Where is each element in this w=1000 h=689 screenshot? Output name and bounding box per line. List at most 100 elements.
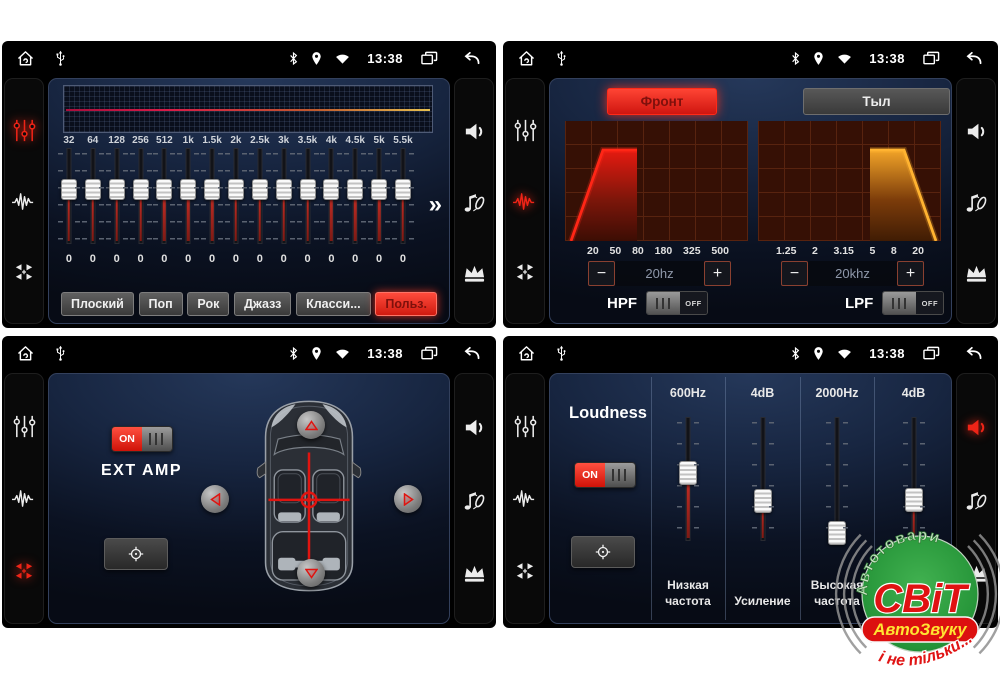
- speaker-icon[interactable]: [964, 119, 989, 144]
- recents-icon[interactable]: [922, 345, 941, 362]
- loudness-slider[interactable]: [675, 418, 701, 546]
- slider-thumb[interactable]: [323, 179, 339, 200]
- slider-thumb[interactable]: [61, 179, 77, 200]
- slider-thumb[interactable]: [276, 179, 292, 200]
- home-icon[interactable]: [517, 344, 536, 363]
- loudness-toggle[interactable]: ON: [574, 462, 636, 488]
- waveform-icon[interactable]: [512, 190, 539, 213]
- music-note-speaker-icon[interactable]: [963, 191, 989, 215]
- balance-fader-icon[interactable]: [12, 559, 36, 583]
- equalizer-icon[interactable]: [12, 414, 37, 439]
- eq-band-slider[interactable]: [272, 149, 296, 249]
- crown-icon[interactable]: [964, 562, 989, 583]
- equalizer-icon[interactable]: [513, 118, 538, 143]
- back-icon[interactable]: [462, 346, 482, 361]
- speaker-icon[interactable]: [964, 415, 989, 440]
- slider-thumb[interactable]: [754, 489, 772, 513]
- waveform-icon[interactable]: [512, 487, 539, 510]
- equalizer-icon[interactable]: [513, 414, 538, 439]
- back-icon[interactable]: [462, 51, 482, 66]
- speaker-icon[interactable]: [462, 415, 487, 440]
- balance-right-button[interactable]: [394, 485, 422, 513]
- eq-band-slider[interactable]: [105, 149, 129, 249]
- loudness-slider[interactable]: [750, 418, 776, 546]
- slider-thumb[interactable]: [85, 179, 101, 200]
- home-icon[interactable]: [517, 49, 536, 68]
- eq-preset-button[interactable]: Плоский: [61, 292, 134, 316]
- eq-band-slider[interactable]: [129, 149, 153, 249]
- waveform-icon[interactable]: [11, 487, 38, 510]
- recents-icon[interactable]: [922, 50, 941, 67]
- hpf-plus-button[interactable]: +: [704, 261, 731, 286]
- ext-amp-toggle[interactable]: ON: [111, 426, 173, 452]
- back-icon[interactable]: [964, 346, 984, 361]
- eq-band-freq: 5.5k: [393, 134, 412, 147]
- eq-band-slider[interactable]: [343, 149, 367, 249]
- home-icon[interactable]: [16, 49, 35, 68]
- balance-fader-icon[interactable]: [513, 260, 537, 284]
- loudness-slider[interactable]: [824, 418, 850, 546]
- slider-thumb[interactable]: [133, 179, 149, 200]
- back-icon[interactable]: [964, 51, 984, 66]
- slider-thumb[interactable]: [905, 488, 923, 512]
- eq-band-slider[interactable]: [296, 149, 320, 249]
- eq-preset-button[interactable]: Класси...: [296, 292, 371, 316]
- eq-preset-button[interactable]: Джазз: [234, 292, 291, 316]
- lpf-plus-button[interactable]: +: [897, 261, 924, 286]
- slider-thumb[interactable]: [300, 179, 316, 200]
- speaker-icon[interactable]: [462, 119, 487, 144]
- music-note-speaker-icon[interactable]: [461, 489, 487, 513]
- slider-thumb[interactable]: [156, 179, 172, 200]
- eq-band-slider[interactable]: [319, 149, 343, 249]
- slider-thumb[interactable]: [180, 179, 196, 200]
- loudness-slider[interactable]: [901, 418, 927, 546]
- eq-band-slider[interactable]: [57, 149, 81, 249]
- balance-fader-icon[interactable]: [12, 260, 36, 284]
- crown-icon[interactable]: [462, 262, 487, 283]
- equalizer-icon[interactable]: [12, 118, 37, 143]
- waveform-icon[interactable]: [11, 190, 38, 213]
- eq-preset-button[interactable]: Рок: [187, 292, 229, 316]
- eq-band-slider[interactable]: [248, 149, 272, 249]
- lpf-toggle[interactable]: OFF: [882, 291, 944, 315]
- crown-icon[interactable]: [964, 262, 989, 283]
- slider-thumb[interactable]: [228, 179, 244, 200]
- slider-thumb[interactable]: [828, 521, 846, 545]
- eq-band-slider[interactable]: [152, 149, 176, 249]
- eq-band-slider[interactable]: [224, 149, 248, 249]
- slider-thumb[interactable]: [252, 179, 268, 200]
- slider-thumb[interactable]: [371, 179, 387, 200]
- more-bands-button[interactable]: »: [429, 191, 442, 219]
- fader-front-button[interactable]: [297, 411, 325, 439]
- hpf-minus-button[interactable]: −: [588, 261, 615, 286]
- eq-band-slider[interactable]: [200, 149, 224, 249]
- fader-rear-button[interactable]: [297, 559, 325, 587]
- eq-band-slider[interactable]: [367, 149, 391, 249]
- eq-band-slider[interactable]: [81, 149, 105, 249]
- lpf-minus-button[interactable]: −: [781, 261, 808, 286]
- eq-band-freq: 3.5k: [298, 134, 317, 147]
- eq-preset-button[interactable]: Поп: [139, 292, 183, 316]
- music-note-speaker-icon[interactable]: [963, 489, 989, 513]
- tab-front[interactable]: Фронт: [607, 88, 717, 115]
- eq-band-slider[interactable]: [391, 149, 415, 249]
- crown-icon[interactable]: [462, 562, 487, 583]
- balance-center-button[interactable]: [104, 538, 168, 570]
- home-icon[interactable]: [16, 344, 35, 363]
- slider-thumb[interactable]: [109, 179, 125, 200]
- recents-icon[interactable]: [420, 50, 439, 67]
- music-note-speaker-icon[interactable]: [461, 191, 487, 215]
- eq-preset-button[interactable]: Польз.: [375, 292, 437, 316]
- slider-thumb[interactable]: [395, 179, 411, 200]
- hpf-toggle[interactable]: OFF: [646, 291, 708, 315]
- target-icon: [127, 545, 145, 563]
- loudness-center-button[interactable]: [571, 536, 635, 568]
- slider-thumb[interactable]: [204, 179, 220, 200]
- balance-left-button[interactable]: [201, 485, 229, 513]
- recents-icon[interactable]: [420, 345, 439, 362]
- eq-band-slider[interactable]: [176, 149, 200, 249]
- slider-thumb[interactable]: [679, 461, 697, 485]
- tab-rear[interactable]: Тыл: [803, 88, 950, 115]
- balance-fader-icon[interactable]: [513, 559, 537, 583]
- slider-thumb[interactable]: [347, 179, 363, 200]
